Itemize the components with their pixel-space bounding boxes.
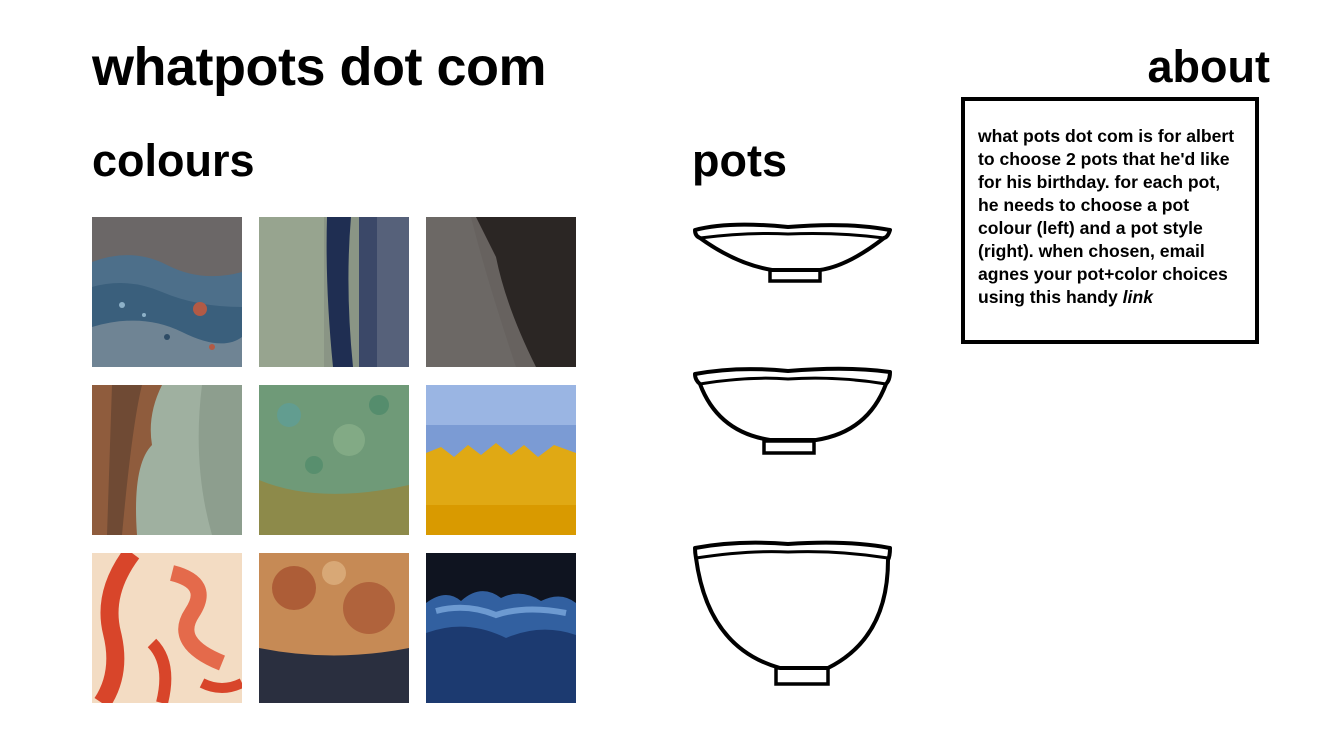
about-text: what pots dot com is for albert to choos… (978, 126, 1235, 307)
deep-bowl-icon (693, 540, 892, 686)
shallow-bowl-icon (693, 222, 892, 283)
colour-swatch-1[interactable] (92, 217, 242, 367)
site-title: whatpots dot com (92, 37, 546, 97)
glaze-swatch-image (259, 553, 409, 703)
colours-heading: colours (92, 135, 255, 186)
colour-swatch-3[interactable] (426, 217, 576, 367)
glaze-swatch-image (426, 553, 576, 703)
glaze-swatch-image (259, 217, 409, 367)
glaze-swatch-image (92, 385, 242, 535)
colour-swatch-5[interactable] (259, 385, 409, 535)
pot-style-medium[interactable] (688, 362, 898, 458)
colour-swatch-8[interactable] (259, 553, 409, 703)
glaze-swatch-image (92, 217, 242, 367)
colour-swatch-4[interactable] (92, 385, 242, 535)
about-panel: what pots dot com is for albert to choos… (961, 97, 1259, 344)
colour-swatch-2[interactable] (259, 217, 409, 367)
colour-swatch-9[interactable] (426, 553, 576, 703)
pots-heading: pots (692, 135, 787, 186)
pot-style-shallow[interactable] (688, 214, 898, 286)
medium-bowl-icon (693, 366, 892, 455)
email-link[interactable]: link (1123, 287, 1153, 307)
colour-swatch-grid (92, 217, 576, 703)
colour-swatch-7[interactable] (92, 553, 242, 703)
colour-swatch-6[interactable] (426, 385, 576, 535)
glaze-swatch-image (426, 217, 576, 367)
glaze-swatch-image (92, 553, 242, 703)
pot-style-deep[interactable] (688, 538, 898, 690)
glaze-swatch-image (259, 385, 409, 535)
glaze-swatch-image (426, 385, 576, 535)
about-heading: about (1147, 41, 1270, 92)
